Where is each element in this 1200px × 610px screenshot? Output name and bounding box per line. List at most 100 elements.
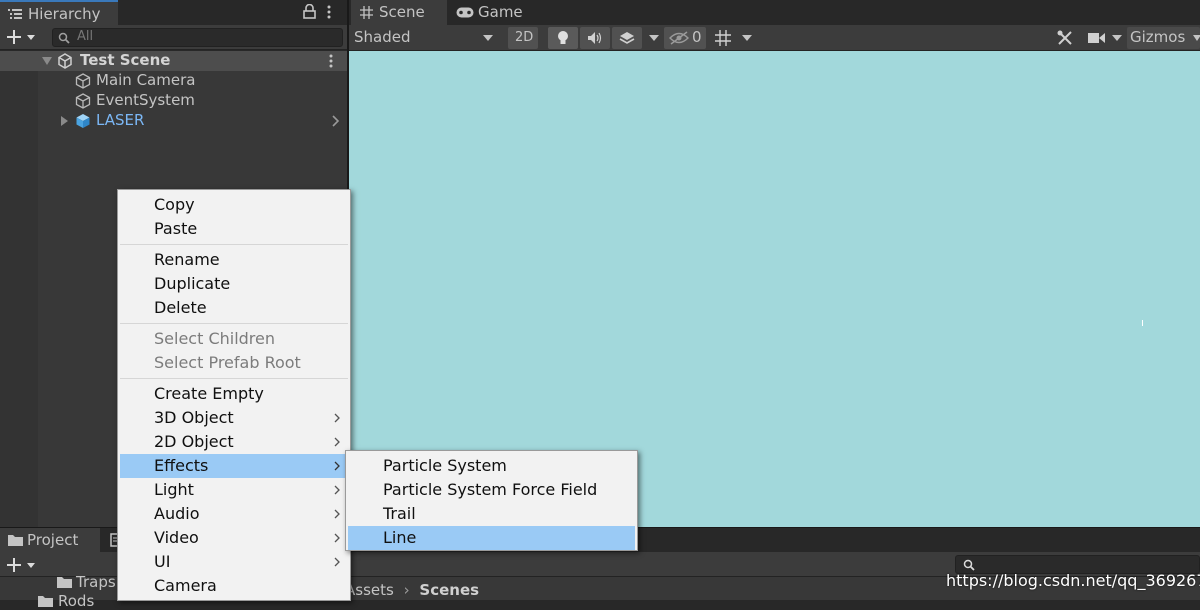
menu-item-duplicate[interactable]: Duplicate — [120, 272, 348, 296]
menu-item-label: Duplicate — [154, 274, 231, 293]
menu-item-label: Select Prefab Root — [154, 353, 301, 372]
chevron-right-icon — [334, 485, 340, 495]
hidden-count: 0 — [692, 28, 702, 46]
gizmos-label: Gizmos — [1130, 28, 1186, 46]
menu-item-select-prefab-root: Select Prefab Root — [120, 351, 348, 375]
hierarchy-search-input[interactable]: All — [52, 28, 343, 47]
menu-item-trail[interactable]: Trail — [348, 502, 635, 526]
search-icon — [58, 32, 70, 44]
add-icon[interactable] — [6, 29, 36, 45]
grid-snap-icon — [715, 30, 731, 46]
effects-dropdown-arrow-icon[interactable] — [649, 35, 659, 41]
unity-scene-icon — [57, 53, 73, 69]
add-icon[interactable] — [6, 557, 36, 573]
effects-submenu: Particle System Particle System Force Fi… — [345, 450, 638, 551]
menu-item-light[interactable]: Light — [120, 478, 348, 502]
scene-gizmo-mark — [1142, 320, 1143, 326]
effects-toggle-button[interactable] — [612, 27, 642, 49]
menu-item-audio[interactable]: Audio — [120, 502, 348, 526]
menu-item-paste[interactable]: Paste — [120, 217, 348, 241]
tab-project-label: Project — [27, 531, 79, 549]
2d-toggle-label: 2D — [515, 30, 534, 45]
camera-icon — [1088, 32, 1106, 44]
scene-menu-icon[interactable] — [328, 54, 334, 69]
menu-item-label: Delete — [154, 298, 207, 317]
menu-separator — [120, 323, 348, 324]
menu-item-label: Create Empty — [154, 384, 264, 403]
camera-settings-button[interactable] — [1085, 27, 1125, 49]
menu-item-label: Particle System Force Field — [383, 480, 598, 499]
dropdown-arrow-icon — [1112, 35, 1122, 41]
eye-hidden-icon — [669, 31, 689, 45]
chevron-right-icon[interactable] — [332, 115, 340, 127]
tab-game[interactable]: Game — [450, 0, 546, 25]
breadcrumb-item[interactable]: Scenes — [419, 581, 479, 599]
layers-icon — [619, 31, 635, 45]
tab-project[interactable]: Project — [0, 528, 100, 552]
menu-item-ui[interactable]: UI — [120, 550, 348, 574]
shading-mode-dropdown[interactable]: Shaded — [351, 27, 499, 49]
panel-menu-icon[interactable] — [326, 5, 332, 20]
menu-item-label: Select Children — [154, 329, 276, 348]
lock-icon[interactable] — [303, 4, 316, 19]
folder-icon — [8, 534, 23, 546]
tab-scene-label: Scene — [379, 3, 425, 21]
gizmos-dropdown[interactable]: Gizmos — [1127, 27, 1200, 49]
speaker-icon — [587, 31, 603, 45]
expand-arrow-icon[interactable] — [60, 115, 69, 127]
dropdown-arrow-icon — [1193, 35, 1200, 41]
search-placeholder: All — [77, 29, 94, 44]
menu-item-label: Effects — [154, 456, 209, 475]
search-icon — [963, 559, 975, 571]
prefab-cube-icon — [75, 113, 91, 129]
tree-row-laser[interactable]: LASER — [38, 111, 347, 131]
menu-item-camera[interactable]: Camera — [120, 574, 348, 598]
menu-item-3d-object[interactable]: 3D Object — [120, 406, 348, 430]
tree-row-main-camera[interactable]: Main Camera — [38, 71, 347, 91]
chevron-right-icon — [334, 557, 340, 567]
menu-item-delete[interactable]: Delete — [120, 296, 348, 320]
menu-item-label: Copy — [154, 195, 195, 214]
tree-row-eventsystem[interactable]: EventSystem — [38, 91, 347, 111]
tree-item-label: Main Camera — [96, 71, 196, 89]
chevron-right-icon — [334, 509, 340, 519]
menu-item-copy[interactable]: Copy — [120, 193, 348, 217]
expand-arrow-icon[interactable] — [41, 56, 53, 66]
gameobject-cube-icon — [75, 73, 91, 89]
chevron-right-icon — [334, 533, 340, 543]
menu-separator — [120, 378, 348, 379]
gameobject-cube-icon — [75, 93, 91, 109]
menu-item-particle-system[interactable]: Particle System — [348, 454, 635, 478]
tab-scene[interactable]: Scene — [351, 0, 447, 25]
grid-snap-toggle-button[interactable] — [712, 27, 734, 49]
folder-icon — [38, 595, 53, 607]
2d-toggle-button[interactable]: 2D — [508, 27, 538, 49]
tools-button[interactable] — [1051, 27, 1081, 49]
lighting-toggle-button[interactable] — [548, 27, 578, 49]
menu-item-label: 3D Object — [154, 408, 234, 427]
menu-item-label: Camera — [154, 576, 217, 595]
grid-icon — [360, 6, 373, 19]
menu-item-label: Audio — [154, 504, 200, 523]
project-tree-item[interactable]: Rods — [58, 592, 94, 610]
tab-game-label: Game — [478, 3, 523, 21]
menu-item-label: Video — [154, 528, 199, 547]
menu-item-effects[interactable]: Effects — [120, 454, 348, 478]
menu-item-line[interactable]: Line — [348, 526, 635, 550]
menu-item-particle-system-force-field[interactable]: Particle System Force Field — [348, 478, 635, 502]
tree-item-label: EventSystem — [96, 91, 195, 109]
list-icon — [8, 8, 22, 20]
audio-toggle-button[interactable] — [580, 27, 610, 49]
menu-item-label: Rename — [154, 250, 220, 269]
menu-item-label: Particle System — [383, 456, 507, 475]
menu-item-rename[interactable]: Rename — [120, 248, 348, 272]
grid-dropdown-arrow-icon[interactable] — [742, 35, 752, 41]
menu-item-create-empty[interactable]: Create Empty — [120, 382, 348, 406]
hidden-objects-toggle-button[interactable]: 0 — [664, 27, 706, 49]
tree-row-scene[interactable]: Test Scene — [0, 51, 347, 71]
project-tree-item[interactable]: Traps — [76, 573, 116, 591]
tab-hierarchy[interactable]: Hierarchy — [0, 0, 118, 25]
menu-item-video[interactable]: Video — [120, 526, 348, 550]
menu-item-2d-object[interactable]: 2D Object — [120, 430, 348, 454]
breadcrumb-item[interactable]: Assets — [345, 581, 394, 599]
